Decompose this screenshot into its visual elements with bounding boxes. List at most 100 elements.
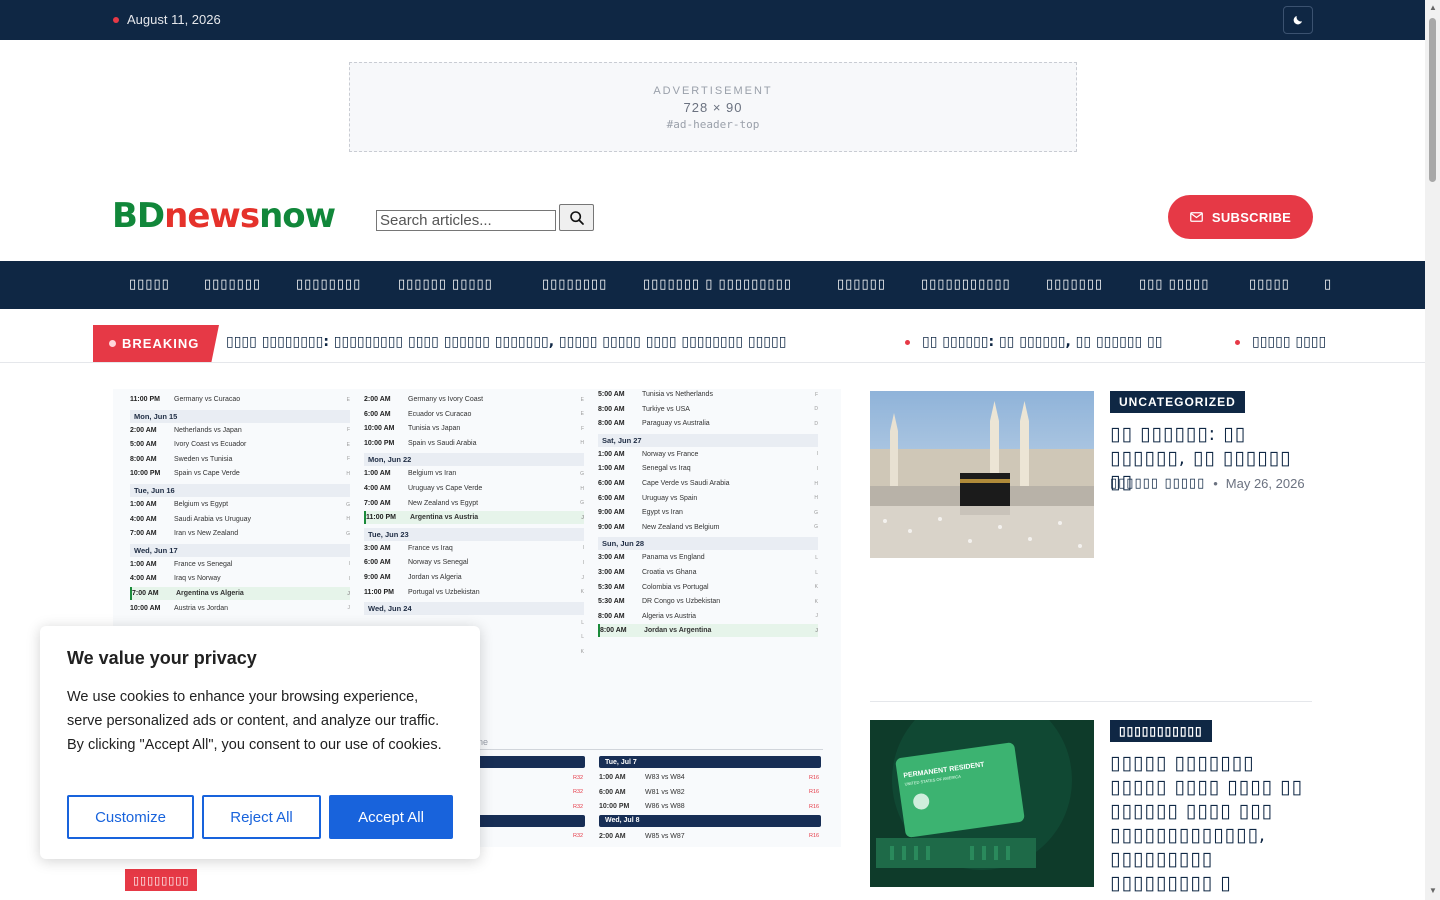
match-group: L — [581, 619, 584, 626]
search-input[interactable] — [376, 210, 556, 231]
schedule-row: 3:00 AM France vs Iraq I — [364, 542, 584, 555]
nav-item[interactable]: ▯▯▯▯▯▯ — [837, 277, 886, 292]
match-group: I — [816, 465, 818, 472]
schedule-row: 10:00 PM Spain vs Cape Verde H — [130, 467, 350, 480]
ticker-item[interactable]: ▯▯▯▯▯ ▯▯▯▯ — [1235, 334, 1326, 350]
match-group: I — [582, 559, 584, 566]
match-teams: Cape Verde vs Saudi Arabia — [642, 480, 730, 487]
match-teams: Belgium vs Egypt — [174, 501, 229, 508]
nav-item[interactable]: ▯▯▯ ▯▯▯▯▯ — [1139, 277, 1209, 292]
match-time: 2:00 AM — [599, 832, 626, 840]
ticker-item[interactable]: ▯▯▯▯ ▯▯▯▯▯▯▯▯: ▯▯▯▯▯▯▯▯▯ ▯▯▯▯ ▯▯▯▯▯▯ ▯▯▯… — [226, 334, 786, 350]
match-time: 10:00 PM — [599, 803, 630, 811]
match-time: 10:00 PM — [364, 439, 395, 447]
nav-item[interactable]: ▯▯▯▯▯▯▯ — [204, 277, 261, 292]
schedule-row: 1:00 AM Norway vs France I — [598, 448, 818, 461]
search-button[interactable] — [559, 204, 594, 231]
page-scrollbar[interactable]: ▲ ▼ — [1425, 0, 1440, 900]
hero-category-badge[interactable]: ▯▯▯▯▯▯▯▯ — [125, 869, 198, 891]
nav-more-icon[interactable]: ▯ — [1324, 277, 1332, 292]
card-date: May 26, 2026 — [1225, 476, 1305, 491]
nav-item[interactable]: ▯▯▯▯▯ — [129, 277, 170, 292]
match-time: 9:00 AM — [598, 523, 625, 531]
match-teams: Senegal vs Iraq — [642, 465, 691, 473]
nav-item[interactable]: ▯▯▯▯▯▯▯▯▯▯▯ — [921, 277, 1011, 292]
match-group: H — [346, 516, 350, 523]
schedule-row: 5:00 AM Tunisia vs Netherlands F — [598, 389, 818, 401]
card-category-badge[interactable]: ▯▯▯▯▯▯▯▯▯▯▯ — [1110, 720, 1212, 742]
dark-mode-toggle[interactable] — [1283, 6, 1313, 34]
schedule-row: 7:00 AM New Zealand vs Egypt G — [364, 497, 584, 510]
nav-item[interactable]: ▯▯▯▯▯▯ ▯▯▯▯▯ — [398, 277, 493, 292]
match-group: K — [580, 589, 584, 596]
match-time: 2:00 AM — [364, 396, 391, 403]
subscribe-button[interactable]: SUBSCRIBE — [1168, 195, 1313, 239]
card-image-kaaba[interactable] — [870, 391, 1094, 558]
kaaba-photo — [870, 391, 1094, 558]
header-ad-slot: ADVERTISEMENT 728 × 90 #ad-header-top — [349, 62, 1077, 152]
ad-slot-id: #ad-header-top — [666, 118, 760, 131]
schedule-row: 1:00 AM Belgium vs Egypt G — [130, 498, 350, 511]
match-group: J — [815, 627, 818, 634]
scroll-up-icon[interactable]: ▲ — [1429, 3, 1437, 12]
match-round: R32 — [573, 803, 584, 810]
schedule-row: 8:00 AM Sweden vs Tunisia F — [130, 453, 350, 466]
nav-item[interactable]: ▯▯▯▯▯ — [1249, 277, 1290, 292]
ticker-dot — [1235, 339, 1240, 345]
logo-news: news — [164, 196, 260, 236]
match-round: R16 — [809, 833, 820, 840]
match-group: J — [581, 574, 585, 581]
match-teams: Germany vs Curacao — [174, 396, 241, 403]
card-image-green-card[interactable]: PERMANENT RESIDENT UNITED STATES OF AMER… — [870, 720, 1094, 887]
scrollbar-thumb[interactable] — [1429, 18, 1436, 182]
breaking-ticker: BREAKING ▯▯▯▯ ▯▯▯▯▯▯▯▯: ▯▯▯▯▯▯▯▯▯ ▯▯▯▯ ▯… — [0, 309, 1425, 363]
schedule-row: 4:00 AM Saudi Arabia vs Uruguay H — [130, 513, 350, 526]
match-group: F — [814, 391, 818, 398]
card-category-badge[interactable]: UNCATEGORIZED — [1110, 391, 1245, 413]
match-teams: Algeria vs Austria — [642, 612, 697, 620]
match-group: F — [346, 456, 350, 463]
match-teams: Spain vs Cape Verde — [174, 470, 240, 478]
accept-all-button[interactable]: Accept All — [329, 795, 453, 839]
schedule-row-highlight: 11:00 PM Argentina vs Austria J — [364, 511, 584, 525]
nav-item[interactable]: ▯▯▯▯▯▯▯ ▯ ▯▯▯▯▯▯▯▯▯ — [643, 277, 792, 292]
match-time: 1:00 AM — [598, 450, 625, 458]
main-nav: ▯▯▯▯▯ ▯▯▯▯▯▯▯ ▯▯▯▯▯▯▯▯ ▯▯▯▯▯▯ ▯▯▯▯▯ ▯▯▯▯… — [0, 261, 1425, 309]
match-group: J — [347, 605, 351, 612]
knockout-row: 1:00 AM W83 vs W84 R16 — [599, 771, 821, 784]
card-title[interactable]: ▯▯▯▯▯ ▯▯▯▯▯▯▯ ▯▯▯▯▯ ▯▯▯▯ ▯▯▯▯ ▯▯ ▯▯▯▯▯▯ … — [1110, 751, 1315, 900]
match-time: 6:00 AM — [364, 410, 391, 418]
schedule-day-header: Tue, Jun 23 — [364, 527, 584, 541]
match-group: E — [346, 441, 350, 448]
cookie-consent-banner: We value your privacy We use cookies to … — [40, 626, 480, 859]
match-group: D — [814, 420, 818, 427]
match-group: H — [814, 495, 818, 502]
match-teams: Saudi Arabia vs Uruguay — [174, 515, 252, 523]
schedule-row: 5:00 AM Ivory Coast vs Ecuador E — [130, 438, 350, 451]
nav-item[interactable]: ▯▯▯▯▯▯▯▯ — [296, 277, 361, 292]
reject-all-button[interactable]: Reject All — [202, 795, 321, 839]
schedule-row-highlight: 7:00 AM Argentina vs Algeria J — [130, 587, 350, 600]
knockout-day-header: Wed, Jul 8 — [599, 814, 821, 827]
logo-bd: BD — [112, 196, 165, 236]
search-icon — [569, 210, 584, 225]
match-time: 6:00 AM — [364, 559, 391, 567]
match-round: R16 — [809, 774, 820, 781]
nav-item[interactable]: ▯▯▯▯▯▯▯▯ — [542, 277, 607, 292]
live-dot — [113, 16, 119, 23]
match-group: L — [815, 569, 818, 576]
match-time: 1:00 AM — [364, 470, 391, 478]
date-text: August 11, 2026 — [127, 12, 221, 27]
match-time: 5:30 AM — [598, 598, 625, 606]
nav-item[interactable]: ▯▯▯▯▯▯▯ — [1046, 277, 1103, 292]
match-group: H — [346, 470, 350, 477]
site-logo[interactable]: BDnewsnow — [112, 196, 336, 236]
card-author[interactable]: ▯▯▯▯▯▯ ▯▯▯▯▯ — [1110, 476, 1205, 491]
match-teams: Paraguay vs Australia — [642, 420, 710, 428]
match-group: J — [581, 514, 584, 521]
match-time: 1:00 AM — [598, 465, 625, 473]
scroll-down-icon[interactable]: ▼ — [1429, 886, 1437, 895]
customize-button[interactable]: Customize — [67, 795, 194, 839]
schedule-row: 3:00 AM Panama vs England L — [598, 551, 818, 564]
ticker-item[interactable]: ▯▯ ▯▯▯▯▯▯: ▯▯ ▯▯▯▯▯▯, ▯▯ ▯▯▯▯▯▯ ▯▯ — [905, 334, 1162, 350]
